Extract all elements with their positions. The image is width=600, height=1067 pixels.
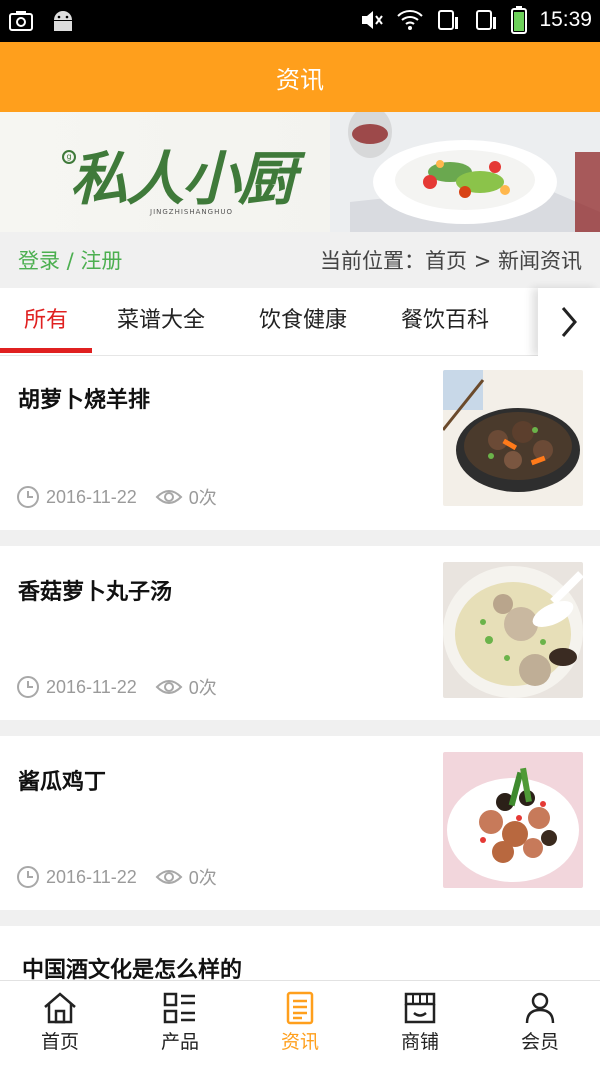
nav-member[interactable]: 会员 — [480, 981, 600, 1067]
tab-recipes[interactable]: 菜谱大全 — [102, 288, 220, 354]
banner-logo-subtext: JINGZHISHANGHUO — [150, 208, 233, 216]
article-meta: 2016-11-22 0次 — [16, 864, 217, 890]
eye-icon — [155, 680, 183, 694]
app-header: 资讯 — [0, 42, 600, 112]
article-meta: 2016-11-22 0次 — [16, 484, 217, 510]
clock-icon — [17, 676, 39, 698]
article-title: 香菇萝卜丸子汤 — [18, 580, 173, 605]
banner-logo-text: 私人小厨 — [70, 145, 296, 213]
tab-catering-wiki[interactable]: 餐饮百科 — [386, 288, 504, 354]
grid-list-icon — [163, 992, 195, 1024]
article-meta: 2016-11-22 0次 — [16, 674, 217, 700]
location-bar: 登录 / 注册 当前位置：首页 > 新闻资讯 — [0, 232, 600, 288]
user-icon — [525, 992, 555, 1024]
eye-icon — [155, 870, 183, 884]
nav-products-label: 产品 — [160, 1031, 199, 1053]
tab-all[interactable]: 所有 — [0, 288, 92, 354]
divider — [0, 530, 600, 546]
article-views: 0次 — [188, 488, 217, 508]
sim2-signal-icon — [476, 10, 497, 30]
sim1-signal-icon — [438, 10, 459, 30]
article-date: 2016-11-22 — [46, 486, 137, 507]
clock-icon — [17, 866, 39, 888]
nav-member-label: 会员 — [520, 1031, 559, 1053]
nav-shops-label: 商铺 — [400, 1031, 439, 1053]
salad-plate-photo — [330, 112, 600, 232]
article-title: 酱瓜鸡丁 — [18, 770, 107, 795]
banner[interactable]: g 私人小厨 JINGZHISHANGHUO — [0, 112, 600, 232]
bottom-navigation: 首页 产品 资讯 商铺 会员 — [0, 980, 600, 1067]
page-title: 资讯 — [276, 65, 324, 94]
clock-icon — [17, 486, 39, 508]
category-tabs: 所有 菜谱大全 饮食健康 餐饮百科 — [0, 288, 600, 356]
article-title: 胡萝卜烧羊排 — [18, 388, 151, 413]
article-item[interactable]: 酱瓜鸡丁 2016-11-22 0次 — [0, 736, 600, 910]
mute-icon — [362, 11, 384, 29]
divider — [0, 720, 600, 736]
meatball-soup-photo — [443, 562, 583, 698]
nav-news[interactable]: 资讯 — [240, 981, 360, 1067]
battery-icon — [511, 6, 528, 34]
lamb-stew-photo — [443, 370, 583, 506]
clock: 15:39 — [539, 8, 592, 31]
wifi-icon — [397, 10, 424, 30]
nav-news-label: 资讯 — [280, 1031, 319, 1053]
active-tab-indicator — [0, 348, 92, 353]
document-icon — [286, 991, 314, 1025]
article-date: 2016-11-22 — [46, 676, 137, 697]
article-item[interactable]: 胡萝卜烧羊排 2016-11-22 0次 — [0, 356, 600, 530]
breadcrumb: 当前位置：首页 > 新闻资讯 — [320, 249, 582, 273]
store-icon — [404, 992, 436, 1024]
tab-diet-health[interactable]: 饮食健康 — [244, 288, 362, 354]
status-bar: 15:39 — [0, 0, 600, 42]
article-item[interactable]: 香菇萝卜丸子汤 2016-11-22 0次 — [0, 546, 600, 720]
login-register-link[interactable]: 登录 / 注册 — [18, 245, 122, 275]
nav-home[interactable]: 首页 — [0, 981, 120, 1067]
diced-chicken-photo — [443, 752, 583, 888]
nav-home-label: 首页 — [40, 1031, 79, 1053]
chevron-right-icon — [561, 307, 577, 337]
nav-shops[interactable]: 商铺 — [360, 981, 480, 1067]
article-views: 0次 — [188, 868, 217, 888]
tabs-scroll-right-button[interactable] — [538, 288, 600, 356]
screenshot-icon — [9, 11, 33, 31]
android-icon — [54, 11, 72, 31]
article-item[interactable]: 中国酒文化是怎么样的 — [0, 926, 600, 986]
eye-icon — [155, 490, 183, 504]
home-icon — [44, 992, 76, 1024]
divider — [0, 910, 600, 926]
nav-products[interactable]: 产品 — [120, 981, 240, 1067]
article-views: 0次 — [188, 678, 217, 698]
article-date: 2016-11-22 — [46, 866, 137, 887]
